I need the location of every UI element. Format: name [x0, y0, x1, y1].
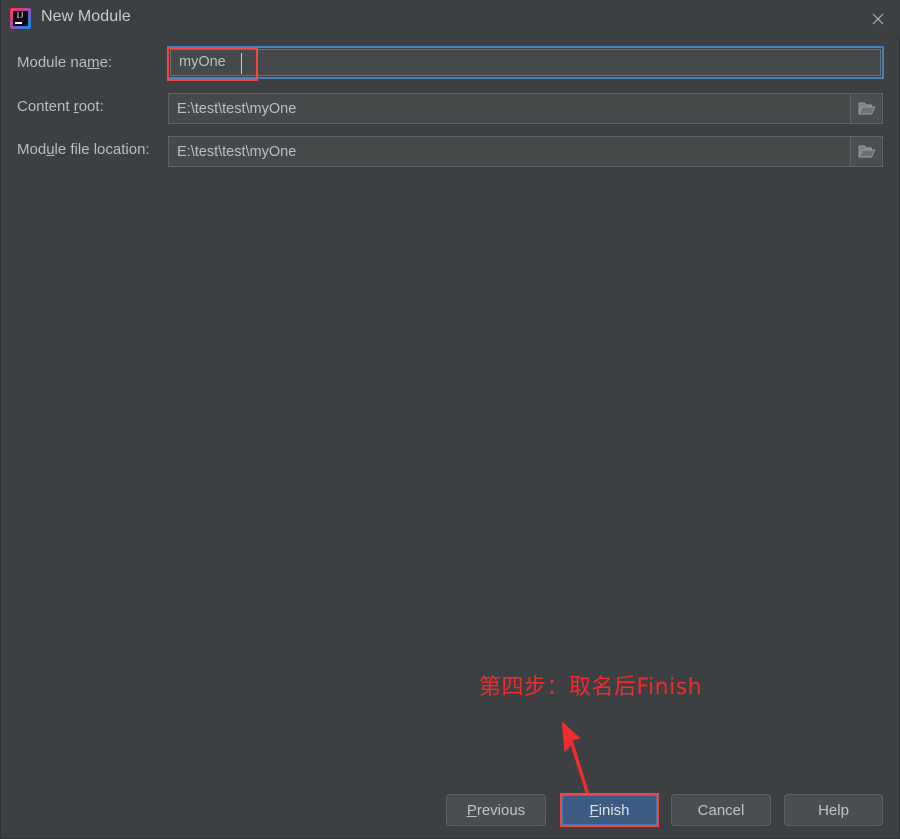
help-button[interactable]: Help	[784, 794, 883, 826]
annotation-arrow-icon	[562, 721, 593, 805]
cancel-button[interactable]: Cancel	[671, 794, 771, 826]
module-name-input[interactable]	[170, 49, 881, 76]
folder-open-icon	[858, 145, 875, 158]
new-module-dialog: IJ New Module Module name: Content root:	[0, 0, 900, 839]
module-file-location-input[interactable]	[168, 136, 851, 167]
app-icon-bar	[15, 22, 22, 24]
dialog-title: New Module	[41, 8, 131, 25]
dialog-button-bar: Previous Finish Cancel Help	[1, 794, 900, 828]
intellij-idea-icon: IJ	[10, 8, 31, 29]
folder-open-icon	[858, 102, 875, 115]
annotation-step-text: 第四步：取名后Finish	[479, 675, 703, 700]
form-row-content-root: Content root:	[1, 93, 900, 124]
text-cursor	[241, 53, 242, 74]
finish-button[interactable]: Finish	[561, 794, 658, 826]
content-root-label: Content root:	[17, 98, 104, 115]
close-button[interactable]	[855, 0, 900, 38]
dialog-title-bar: IJ New Module	[1, 0, 900, 38]
content-root-input[interactable]	[168, 93, 851, 124]
content-root-browse-button[interactable]	[850, 93, 883, 124]
module-file-location-browse-button[interactable]	[850, 136, 883, 167]
app-icon-text: IJ	[16, 11, 25, 20]
form-row-module-name: Module name:	[1, 46, 900, 79]
module-file-location-label: Module file location:	[17, 141, 150, 158]
module-name-label: Module name:	[17, 54, 113, 71]
clipped-bottom-text	[1, 834, 900, 838]
form-row-module-file-location: Module file location:	[1, 136, 900, 167]
previous-button[interactable]: Previous	[446, 794, 546, 826]
close-icon	[872, 13, 884, 25]
